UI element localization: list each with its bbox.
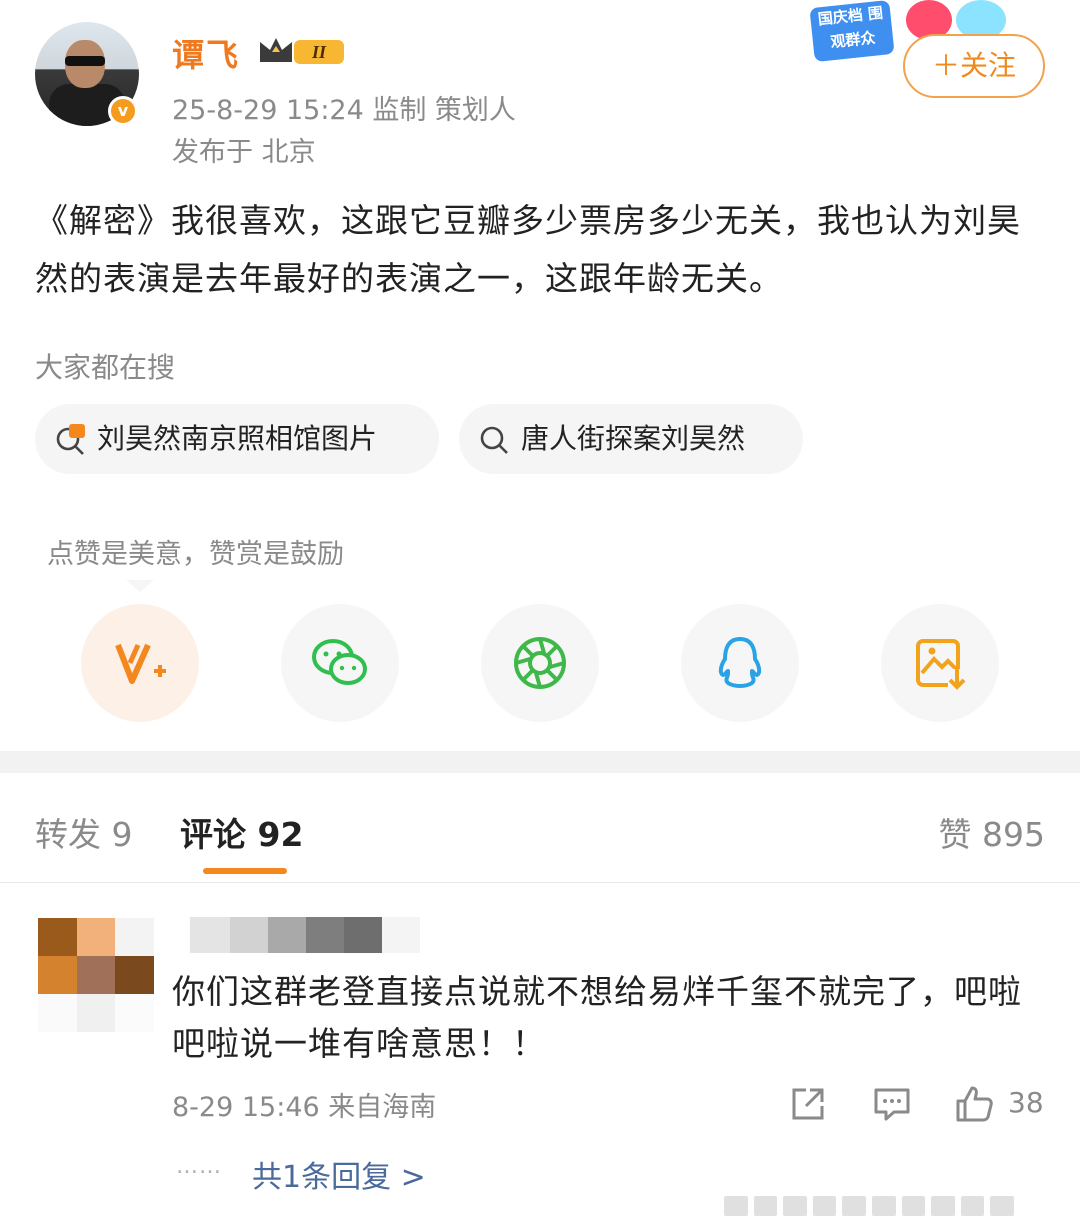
avatar-glasses	[65, 56, 105, 66]
moments-icon	[514, 637, 566, 689]
tab-comment[interactable]: 评论 92	[180, 808, 303, 856]
commenter-name-blurred[interactable]	[190, 917, 420, 953]
reward-button[interactable]	[81, 604, 199, 722]
reward-note: 点赞是美意，赞赏是鼓励	[47, 539, 344, 570]
active-tab-indicator	[203, 868, 287, 874]
follow-button[interactable]: ＋关注	[903, 34, 1045, 98]
weibo-reward-icon	[115, 643, 166, 684]
author-name[interactable]: 谭飞	[172, 30, 240, 76]
post-content: 《解密》我很喜欢，这跟它豆瓣多少票房多少无关，我也认为刘昊然的表演是去年最好的表…	[35, 201, 1021, 298]
tabs-divider	[0, 882, 1080, 883]
view-replies-link[interactable]: 共1条回复 >	[252, 1152, 426, 1196]
search-chip-1[interactable]: 刘昊然南京照相馆图片	[35, 404, 439, 474]
commenter-avatar-blurred[interactable]	[38, 918, 154, 1032]
thumbs-up-icon	[956, 1086, 993, 1122]
post-location: 发布于 北京	[172, 137, 316, 168]
search-section-title: 大家都在搜	[35, 351, 176, 384]
level-crown-badge: II	[256, 34, 348, 68]
search-chip-label: 刘昊然南京照相馆图片	[97, 422, 378, 455]
reward-note-pointer	[126, 580, 154, 592]
reply-dots: ……	[176, 1154, 222, 1179]
level-text: II	[311, 42, 327, 62]
search-chip-2[interactable]: 唐人街探案刘昊然	[459, 404, 803, 474]
share-qq-button[interactable]	[681, 604, 799, 722]
comment-time-location: 8-29 15:46 来自海南	[172, 1092, 437, 1123]
search-icon	[480, 426, 508, 454]
watermark-strip	[724, 1196, 1014, 1216]
comment-icon	[874, 1088, 910, 1121]
comment-share-button[interactable]	[788, 1084, 828, 1124]
promo-tag: 国庆档 围观群众	[809, 0, 895, 63]
post-time-tags: 25-8-29 15:24 监制 策划人	[172, 95, 516, 126]
comment-text: 你们这群老登直接点说就不想给易烊千玺不就完了，吧啦吧啦说一堆有啥意思！！	[172, 972, 1022, 1063]
search-chip-label: 唐人街探案刘昊然	[521, 422, 746, 455]
hot-search-icon	[56, 424, 85, 455]
wechat-icon	[312, 639, 367, 685]
comment-reply-button[interactable]	[872, 1084, 912, 1124]
share-wechat-button[interactable]	[281, 604, 399, 722]
tab-repost[interactable]: 转发 9	[35, 808, 133, 856]
verified-badge-icon: v	[108, 96, 138, 126]
save-image-icon	[916, 639, 966, 690]
qq-icon	[718, 637, 762, 688]
tab-like[interactable]: 赞 895	[939, 808, 1045, 856]
save-image-button[interactable]	[881, 604, 999, 722]
share-icon	[792, 1088, 824, 1120]
section-divider	[0, 751, 1080, 773]
comment-like-button[interactable]	[954, 1084, 994, 1124]
comment-like-count: 38	[1008, 1086, 1044, 1119]
crown-icon: II	[260, 38, 344, 64]
share-moments-button[interactable]	[481, 604, 599, 722]
